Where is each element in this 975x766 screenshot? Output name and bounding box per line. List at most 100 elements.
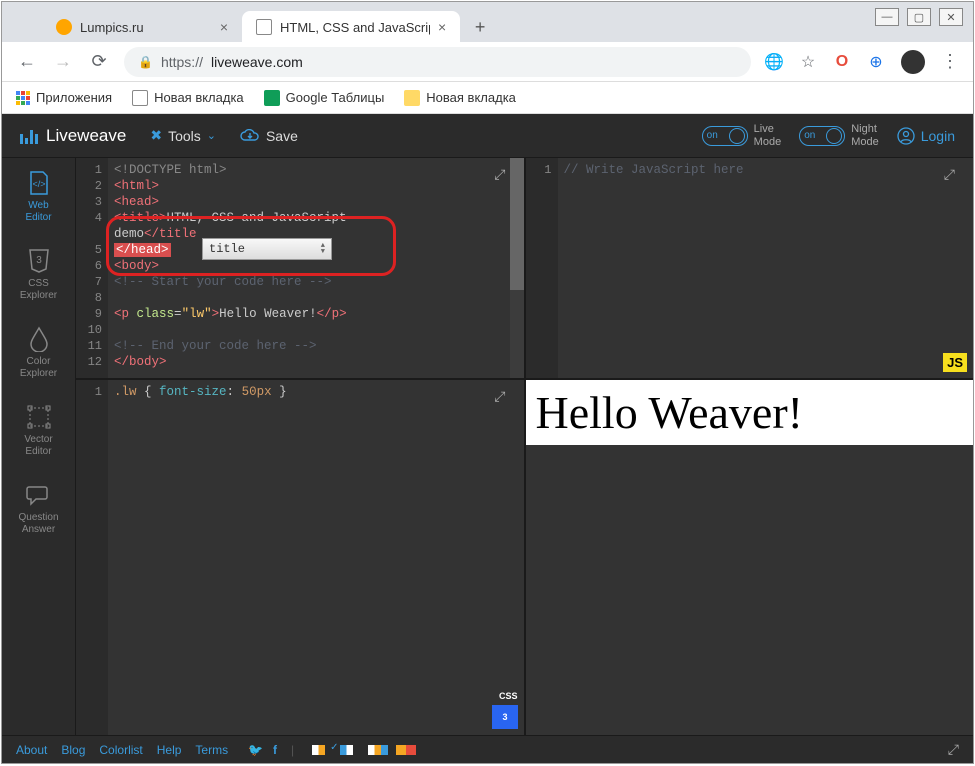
login-button[interactable]: Login — [897, 127, 955, 145]
autocomplete-popup[interactable]: title ▲▼ — [202, 238, 332, 260]
svg-text:3: 3 — [502, 712, 507, 722]
bookmark-label: Google Таблицы — [286, 90, 385, 105]
html-code[interactable]: <!DOCTYPE html> <html> <head> <title>HTM… — [108, 158, 524, 378]
sidebar-item-css-explorer[interactable]: 3 CSS Explorer — [2, 236, 75, 314]
sidebar-item-color-explorer[interactable]: Color Explorer — [2, 314, 75, 392]
globe-icon[interactable]: ⊕ — [867, 53, 885, 71]
svg-text:</>: </> — [32, 179, 45, 189]
js-line: // Write JavaScript here — [564, 163, 744, 177]
save-button[interactable]: Save — [240, 128, 298, 144]
css-code[interactable]: .lw { font-size: 50px } — [108, 380, 524, 735]
favicon-icon — [56, 19, 72, 35]
toggle-pill: on — [799, 126, 845, 146]
url-scheme: https:// — [161, 54, 203, 70]
bookmark-item[interactable]: Новая вкладка — [404, 90, 516, 106]
bookmark-item[interactable]: Google Таблицы — [264, 90, 385, 106]
workspace: </> Web Editor 3 CSS Explorer Color Expl… — [2, 158, 973, 735]
browser-menu-button[interactable]: ⋮ — [941, 51, 959, 72]
layout-preset-2[interactable] — [340, 745, 360, 755]
css-selector: .lw — [114, 385, 137, 399]
preview-pane: Hello Weaver! — [526, 380, 974, 735]
sidebar-label: CSS Explorer — [20, 278, 57, 302]
css-prop: font-size — [159, 385, 227, 399]
url-host: liveweave.com — [211, 54, 303, 70]
star-icon[interactable]: ☆ — [799, 53, 817, 71]
profile-avatar[interactable] — [901, 50, 925, 74]
back-button[interactable]: ← — [16, 51, 38, 72]
css-badge-icon: 3 — [492, 705, 518, 729]
drop-icon — [26, 326, 52, 352]
tab-title: HTML, CSS and JavaScript demo — [280, 20, 430, 35]
layout-preset-1[interactable] — [312, 745, 332, 755]
scrollbar[interactable] — [510, 158, 524, 378]
expand-icon[interactable]: ⤢ — [944, 166, 955, 183]
sidebar-item-question-answer[interactable]: Question Answer — [2, 470, 75, 548]
minimize-button[interactable]: — — [875, 8, 899, 26]
vector-icon — [26, 404, 52, 430]
save-label: Save — [266, 128, 298, 144]
live-mode-toggle[interactable]: on Live Mode — [702, 123, 782, 147]
sidebar-item-vector-editor[interactable]: Vector Editor — [2, 392, 75, 470]
html-pane[interactable]: 1234 56789101112 <!DOCTYPE html> <html> … — [76, 158, 524, 378]
footer-link-blog[interactable]: Blog — [61, 743, 85, 757]
js-badge-icon: JS — [943, 353, 967, 372]
footer-link-colorlist[interactable]: Colorlist — [99, 743, 142, 757]
toggle-label: Live Mode — [754, 123, 782, 147]
maximize-button[interactable]: ▢ — [907, 8, 931, 26]
twitter-icon[interactable]: 🐦 — [248, 743, 263, 757]
browser-tab-lumpics[interactable]: Lumpics.ru × — [42, 11, 242, 43]
sidebar: </> Web Editor 3 CSS Explorer Color Expl… — [2, 158, 76, 735]
tab-title: Lumpics.ru — [80, 20, 144, 35]
toggle-state: on — [804, 130, 815, 141]
facebook-icon[interactable]: f — [273, 743, 277, 757]
close-icon[interactable]: × — [438, 19, 446, 35]
logo-icon — [20, 128, 38, 144]
js-pane[interactable]: 1 // Write JavaScript here ⤢ JS — [526, 158, 974, 378]
bookmark-label: Новая вкладка — [154, 90, 244, 105]
expand-icon[interactable]: ⤢ — [494, 388, 505, 405]
tools-menu[interactable]: ✖ Tools ⌄ — [150, 127, 216, 144]
logo[interactable]: Liveweave — [20, 126, 126, 146]
bookmark-item[interactable]: Новая вкладка — [132, 90, 244, 106]
favicon-icon — [256, 19, 272, 35]
expand-icon[interactable]: ⤢ — [948, 741, 959, 758]
logo-text: Liveweave — [46, 126, 126, 146]
sidebar-item-web-editor[interactable]: </> Web Editor — [2, 158, 75, 236]
css-pane[interactable]: 1 .lw { font-size: 50px } ⤢ CSS 3 — [76, 380, 524, 735]
spinner-icon[interactable]: ▲▼ — [321, 243, 325, 255]
js-code[interactable]: // Write JavaScript here — [558, 158, 974, 378]
css-badge-label: CSS — [499, 691, 518, 701]
close-window-button[interactable]: ✕ — [939, 8, 963, 26]
tab-strip: Lumpics.ru × HTML, CSS and JavaScript de… — [2, 2, 973, 42]
reload-button[interactable]: ⟳ — [88, 51, 110, 72]
footer-link-help[interactable]: Help — [157, 743, 182, 757]
new-tab-button[interactable]: + — [466, 13, 494, 41]
expand-icon[interactable]: ⤢ — [494, 166, 505, 183]
forward-button[interactable]: → — [52, 51, 74, 72]
css-val: 50px — [242, 385, 272, 399]
close-icon[interactable]: × — [220, 19, 228, 35]
bookmark-apps[interactable]: Приложения — [16, 90, 112, 105]
footer-link-terms[interactable]: Terms — [195, 743, 228, 757]
css-shield-icon: 3 — [26, 248, 52, 274]
footer-link-about[interactable]: About — [16, 743, 47, 757]
opera-icon[interactable]: O — [833, 53, 851, 71]
toggle-label: Night Mode — [851, 123, 879, 147]
translate-icon[interactable]: 🌐 — [765, 53, 783, 71]
bookmarks-bar: Приложения Новая вкладка Google Таблицы … — [2, 82, 973, 114]
svg-text:3: 3 — [36, 255, 42, 266]
layout-preset-4[interactable] — [396, 745, 416, 755]
layout-preset-3[interactable] — [368, 745, 388, 755]
address-bar-row: ← → ⟳ 🔒 https://liveweave.com 🌐 ☆ O ⊕ ⋮ — [2, 42, 973, 82]
tools-label: Tools — [168, 128, 201, 144]
doc-icon — [132, 90, 148, 106]
night-mode-toggle[interactable]: on Night Mode — [799, 123, 879, 147]
page-icon — [404, 90, 420, 106]
preview-output: Hello Weaver! — [526, 380, 974, 445]
user-icon — [897, 127, 915, 145]
autocomplete-item[interactable]: title ▲▼ — [203, 239, 331, 259]
address-bar[interactable]: 🔒 https://liveweave.com — [124, 47, 751, 77]
sidebar-label: Vector Editor — [24, 434, 52, 458]
app-footer: About Blog Colorlist Help Terms 🐦 f | ⤢ — [2, 735, 973, 763]
browser-tab-liveweave[interactable]: HTML, CSS and JavaScript demo × — [242, 11, 460, 43]
